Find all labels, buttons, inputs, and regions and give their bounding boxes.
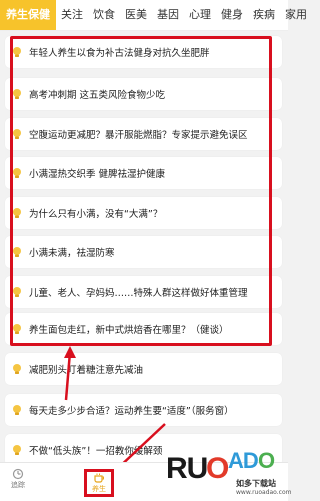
- nav-wellness[interactable]: 养生: [88, 472, 110, 494]
- tab-disease[interactable]: 疾病: [248, 0, 280, 30]
- article-title: 减肥别头盯着糖注意先减油: [29, 365, 144, 376]
- article-item[interactable]: 空腹运动更减肥？暴汗服能燃脂？专家提示避免误区: [5, 118, 282, 150]
- lightbulb-icon: [13, 445, 21, 455]
- tab-psychology[interactable]: 心理: [184, 0, 216, 30]
- lightbulb-icon: [13, 247, 21, 257]
- article-title: 小满未满，祛湿防寒: [29, 248, 115, 259]
- article-item[interactable]: 小满湿热交织季 健脾祛湿护健康: [5, 157, 282, 189]
- article-title: 高考冲刺期 这五类风险食物少吃: [29, 90, 166, 101]
- article-item[interactable]: 每天走多少步合适？运动养生要“适度”（服务窗）: [5, 394, 282, 426]
- tab-wellness[interactable]: 养生保健: [0, 0, 56, 30]
- tab-follow[interactable]: 关注: [56, 0, 88, 30]
- tab-household[interactable]: 家用: [280, 0, 312, 30]
- article-title: 每天走多少步合适？运动养生要“适度”（服务窗）: [29, 406, 234, 417]
- article-title: 年轻人养生以食为补古法健身对抗久坐肥胖: [29, 48, 210, 59]
- watermark-subtitle: 如多下载站: [236, 479, 276, 488]
- article-title: 小满湿热交织季 健脾祛湿护健康: [29, 169, 166, 180]
- lightbulb-icon: [13, 287, 21, 297]
- category-tab-bar: 养生保健 关注 饮食 医美 基因 心理 健身 疾病 家用: [0, 0, 307, 31]
- lightbulb-icon: [13, 129, 21, 139]
- tab-genetics[interactable]: 基因: [152, 0, 184, 30]
- tab-diet[interactable]: 饮食: [88, 0, 120, 30]
- tab-fitness[interactable]: 健身: [216, 0, 248, 30]
- lightbulb-icon: [13, 324, 21, 334]
- tab-aesthetics[interactable]: 医美: [120, 0, 152, 30]
- article-item[interactable]: 年轻人养生以食为补古法健身对抗久坐肥胖: [5, 36, 282, 68]
- article-title: 不做“低头族”！一招教你缓解颈: [29, 446, 163, 457]
- article-title: 为什么只有小满，没有“大满”？: [29, 209, 163, 220]
- lightbulb-icon: [13, 208, 21, 218]
- article-title: 儿童、老人、孕妈妈……特殊人群这样做好体重管理: [29, 288, 248, 299]
- nav-label: 追踪: [11, 481, 25, 489]
- lightbulb-icon: [13, 89, 21, 99]
- article-item[interactable]: 儿童、老人、孕妈妈……特殊人群这样做好体重管理: [5, 276, 282, 308]
- watermark-url: www.ruoadao.com: [236, 489, 292, 496]
- nav-tracker[interactable]: 追踪: [6, 468, 30, 490]
- article-title: 空腹运动更减肥？暴汗服能燃脂？专家提示避免误区: [29, 130, 248, 141]
- lightbulb-icon: [13, 47, 21, 57]
- article-title: 养生面包走红，新中式烘焙香在哪里？（健谈）: [29, 325, 229, 336]
- lightbulb-icon: [13, 364, 21, 374]
- article-item[interactable]: 减肥别头盯着糖注意先减油: [5, 353, 282, 385]
- article-item[interactable]: 小满未满，祛湿防寒: [5, 236, 282, 268]
- article-item[interactable]: 高考冲刺期 这五类风险食物少吃: [5, 78, 282, 110]
- wellness-icon: [94, 473, 104, 483]
- tracker-icon: [12, 468, 24, 480]
- article-item[interactable]: 养生面包走红，新中式烘焙香在哪里？（健谈）: [5, 313, 282, 345]
- lightbulb-icon: [13, 168, 21, 178]
- lightbulb-icon: [13, 405, 21, 415]
- nav-label: 养生: [92, 485, 106, 493]
- article-item[interactable]: 为什么只有小满，没有“大满”？: [5, 197, 282, 229]
